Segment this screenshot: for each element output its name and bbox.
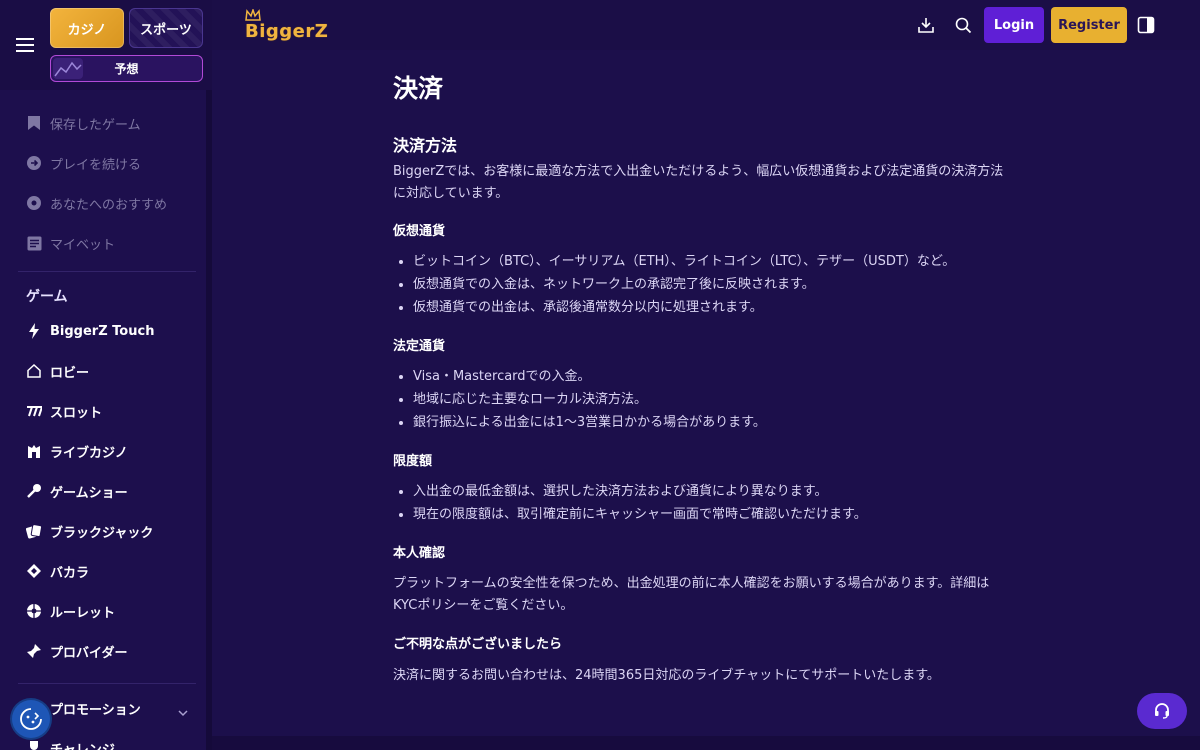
tab-predict-label: 予想 bbox=[114, 62, 139, 76]
login-label: Login bbox=[993, 17, 1035, 33]
headset-icon bbox=[1155, 703, 1169, 719]
tab-sports[interactable]: スポーツ bbox=[129, 8, 203, 48]
fiat-heading: 法定通貨 bbox=[393, 339, 446, 354]
sidebar-item-label: チャレンジ bbox=[50, 742, 115, 750]
recommend-icon bbox=[26, 195, 42, 211]
hamburger-icon bbox=[16, 38, 34, 52]
cards-icon bbox=[26, 523, 42, 539]
sidebar-item-challenge[interactable]: チャレンジ bbox=[26, 734, 196, 750]
sidebar-item-providers[interactable]: プロバイダー bbox=[26, 637, 196, 665]
cookie-settings-icon bbox=[20, 707, 43, 730]
tab-casino-label: カジノ bbox=[67, 22, 107, 38]
bookmark-icon bbox=[26, 115, 42, 131]
list-item: ビットコイン（BTC）、イーサリアム（ETH）、ライトコイン（LTC）、テザー（… bbox=[393, 251, 955, 274]
sidebar-item-live-casino[interactable]: ライブカジノ bbox=[26, 437, 196, 465]
kyc-paragraph: プラットフォームの安全性を保つため、出金処理の前に本人確認をお願いする場合があり… bbox=[393, 576, 990, 613]
provider-icon bbox=[26, 643, 42, 659]
list-item: 現在の限度額は、取引確定前にキャッシャー画面で常時ご確認いただけます。 bbox=[393, 504, 867, 527]
sidebar-divider bbox=[18, 271, 196, 272]
register-label: Register bbox=[1058, 17, 1120, 33]
sidebar-item-label: ゲームショー bbox=[50, 485, 128, 501]
list-item: 入出金の最低金額は、選択した決済方法および通貨により異なります。 bbox=[393, 481, 867, 504]
sidebar-item-label: ブラックジャック bbox=[50, 525, 154, 541]
live-casino-icon bbox=[26, 443, 42, 459]
sidebar-item-my-bets[interactable]: マイベット bbox=[26, 229, 196, 257]
chevron-down-icon[interactable] bbox=[176, 706, 190, 720]
page-title: 決済 bbox=[393, 74, 444, 103]
logo[interactable]: BiggerZ bbox=[245, 9, 328, 43]
mode-switcher: カジノ スポーツ 予想 bbox=[0, 0, 212, 90]
tab-casino[interactable]: カジノ bbox=[50, 8, 124, 48]
kyc-heading: 本人確認 bbox=[393, 546, 446, 561]
play-continue-icon bbox=[26, 155, 42, 171]
sidebar-item-label: ロビー bbox=[50, 365, 90, 381]
trophy-icon bbox=[26, 740, 42, 750]
sidebar-item-label: マイベット bbox=[50, 237, 116, 253]
crypto-list: ビットコイン（BTC）、イーサリアム（ETH）、ライトコイン（LTC）、テザー（… bbox=[393, 251, 955, 320]
logo-text: BiggerZ bbox=[245, 21, 329, 42]
sidebar-item-continue-playing[interactable]: プレイを続ける bbox=[26, 149, 196, 177]
live-support-button[interactable] bbox=[1137, 693, 1187, 729]
home-icon bbox=[26, 363, 42, 379]
menu-button[interactable] bbox=[14, 34, 36, 56]
sidebar-item-slots[interactable]: スロット bbox=[26, 397, 196, 425]
list-item: Visa・Mastercardでの入金。 bbox=[393, 366, 766, 389]
sidebar-item-recommended[interactable]: あなたへのおすすめ bbox=[26, 189, 196, 217]
list-item: 銀行振込による出金には1〜3営業日かかる場合があります。 bbox=[393, 412, 766, 435]
contact-heading: ご不明な点がございましたら bbox=[393, 637, 563, 652]
microphone-icon bbox=[26, 483, 42, 499]
sidebar-heading-games: ゲーム bbox=[26, 289, 68, 305]
limits-heading: 限度額 bbox=[393, 454, 433, 469]
sidebar-item-label: 保存したゲーム bbox=[50, 117, 141, 133]
sidebar-item-label: スロット bbox=[50, 405, 103, 421]
search-icon bbox=[955, 17, 971, 33]
sidebar-item-label: ルーレット bbox=[50, 605, 116, 621]
sidebar-item-lobby[interactable]: ロビー bbox=[26, 357, 196, 385]
sidebar-item-label: プロモーション bbox=[50, 702, 141, 718]
login-button[interactable]: Login bbox=[984, 7, 1044, 43]
header: BiggerZ Login Register bbox=[212, 0, 1200, 50]
crypto-heading: 仮想通貨 bbox=[393, 224, 446, 239]
footer-edge bbox=[212, 736, 1200, 750]
intro-paragraph: BiggerZでは、お客様に最適な方法で入出金いただけるよう、幅広い仮想通貨およ… bbox=[393, 164, 1004, 201]
panel-toggle-button[interactable] bbox=[1134, 13, 1158, 37]
sidebar-item-label: プロバイダー bbox=[50, 645, 128, 661]
contact-paragraph: 決済に関するお問い合わせは、24時間365日対応のライブチャットにてサポートいた… bbox=[393, 668, 940, 683]
list-item: 地域に応じた主要なローカル決済方法。 bbox=[393, 389, 766, 412]
download-icon bbox=[918, 18, 934, 33]
tab-predict[interactable]: 予想 bbox=[50, 55, 203, 82]
sidebar-item-label: BiggerZ Touch bbox=[50, 323, 155, 339]
download-button[interactable] bbox=[914, 13, 938, 37]
sidebar-item-saved-games[interactable]: 保存したゲーム bbox=[26, 109, 196, 137]
list-item: 仮想通貨での入金は、ネットワーク上の承認完了後に反映されます。 bbox=[393, 274, 955, 297]
sidebar-item-label: ライブカジノ bbox=[50, 445, 128, 461]
limits-list: 入出金の最低金額は、選択した決済方法および通貨により異なります。 現在の限度額は… bbox=[393, 481, 867, 527]
section-title: 決済方法 bbox=[393, 136, 458, 155]
slots-icon bbox=[26, 403, 42, 419]
sidebar-item-roulette[interactable]: ルーレット bbox=[26, 597, 196, 625]
crown-icon bbox=[245, 9, 261, 21]
sidebar-item-blackjack[interactable]: ブラックジャック bbox=[26, 517, 196, 545]
tab-sports-label: スポーツ bbox=[140, 22, 192, 38]
chart-thumbnail-icon bbox=[53, 58, 83, 79]
fiat-list: Visa・Mastercardでの入金。 地域に応じた主要なローカル決済方法。 … bbox=[393, 366, 766, 435]
sidebar-divider bbox=[18, 683, 196, 684]
cookie-settings-button[interactable] bbox=[12, 700, 50, 738]
sidebar-item-baccarat[interactable]: バカラ bbox=[26, 557, 196, 585]
list-item: 仮想通貨での出金は、承認後通常数分以内に処理されます。 bbox=[393, 297, 955, 320]
search-button[interactable] bbox=[951, 13, 975, 37]
bolt-icon bbox=[26, 323, 42, 339]
sidebar-item-biggerz-touch[interactable]: BiggerZ Touch bbox=[26, 317, 196, 345]
sidebar-item-label: バカラ bbox=[50, 565, 90, 581]
panel-toggle-icon bbox=[1137, 16, 1155, 34]
sidebar-item-label: プレイを続ける bbox=[50, 157, 142, 173]
mybets-icon bbox=[26, 235, 42, 251]
register-button[interactable]: Register bbox=[1051, 7, 1127, 43]
baccarat-icon bbox=[26, 563, 42, 579]
roulette-icon bbox=[26, 603, 42, 619]
sidebar-item-game-show[interactable]: ゲームショー bbox=[26, 477, 196, 505]
sidebar-item-promotions[interactable]: プロモーション bbox=[26, 694, 196, 722]
sidebar-item-label: あなたへのおすすめ bbox=[50, 197, 168, 213]
